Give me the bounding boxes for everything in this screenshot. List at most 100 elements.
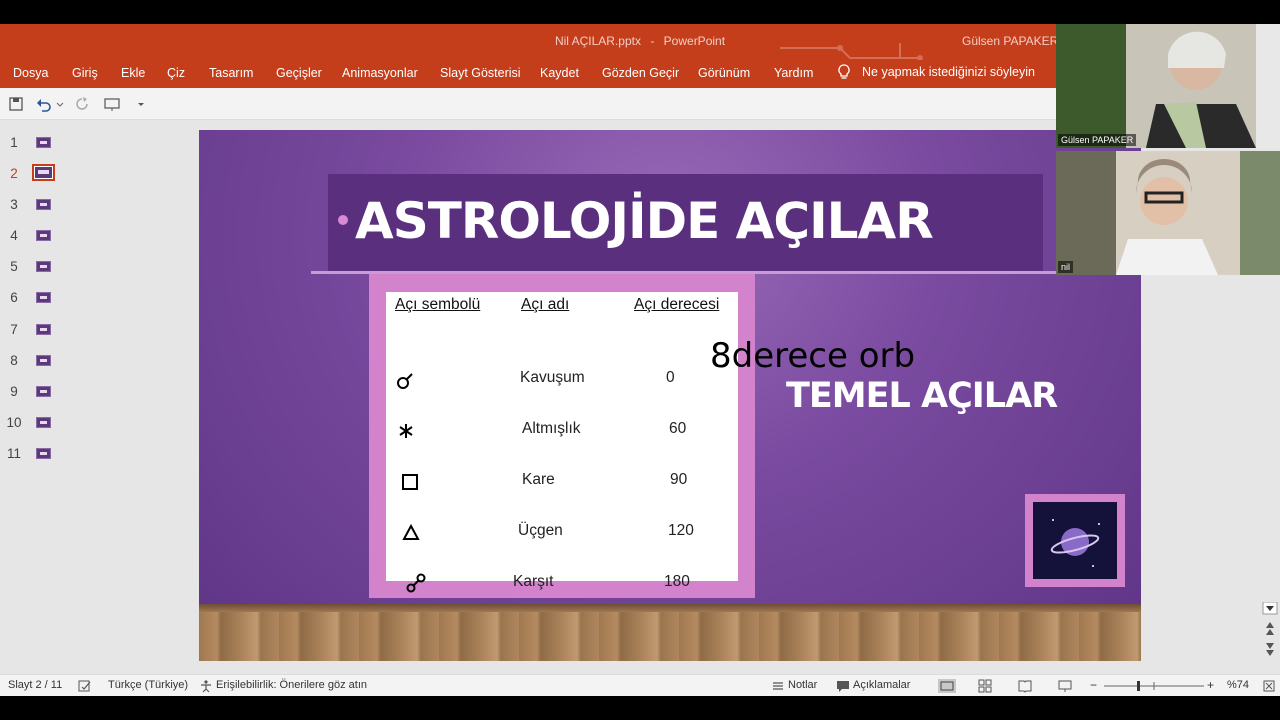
slide-number: 1	[10, 135, 18, 150]
slide-thumbnail[interactable]: 3	[0, 195, 75, 217]
header-degree: Açı derecesi	[634, 296, 720, 313]
trine-icon	[402, 523, 420, 540]
wood-floor-background	[199, 604, 1141, 661]
tab-animasyonlar[interactable]: Animasyonlar	[342, 66, 418, 80]
tab-ciz[interactable]: Çiz	[167, 66, 185, 80]
slide-preview	[36, 448, 51, 459]
slide-thumbnail[interactable]: 8	[0, 351, 75, 373]
slide-thumbnail-active[interactable]: 2	[0, 164, 75, 186]
slide-preview	[36, 292, 51, 303]
slide-number: 5	[10, 259, 18, 274]
tab-giris[interactable]: Giriş	[72, 66, 98, 80]
undo-icon[interactable]	[36, 96, 52, 112]
slide-preview	[36, 230, 51, 241]
aspect-degree: 0	[666, 369, 675, 386]
accessibility-status[interactable]: Erişilebilirlik: Önerilere göz atın	[216, 679, 367, 691]
slide-sorter-icon[interactable]	[978, 679, 992, 693]
aspect-degree: 180	[664, 573, 690, 590]
tab-dosya[interactable]: Dosya	[13, 66, 48, 80]
slide-thumbnail[interactable]: 4	[0, 226, 75, 248]
tab-tasarim[interactable]: Tasarım	[209, 66, 253, 80]
zoom-level[interactable]: %74	[1227, 679, 1249, 691]
spelling-check-icon[interactable]	[78, 679, 92, 693]
aspect-name: Kavuşum	[520, 369, 585, 386]
accessibility-icon[interactable]	[199, 679, 213, 693]
tab-kaydet[interactable]: Kaydet	[540, 66, 579, 80]
slide-thumbnail[interactable]: 11	[0, 444, 75, 466]
customize-toolbar-icon[interactable]	[136, 96, 146, 112]
slide-number: 9	[10, 384, 18, 399]
slide-number: 8	[10, 353, 18, 368]
tab-gorunum[interactable]: Görünüm	[698, 66, 750, 80]
notes-icon[interactable]	[771, 679, 785, 693]
vertical-scrollbar[interactable]	[1262, 602, 1278, 662]
zoom-slider[interactable]	[1104, 679, 1204, 693]
aspect-name: Altmışlık	[522, 420, 581, 437]
slide-number: 6	[10, 290, 18, 305]
slide-preview	[36, 417, 51, 428]
document-name: Nil AÇILAR.pptx	[554, 34, 641, 48]
language-indicator[interactable]: Türkçe (Türkiye)	[108, 679, 188, 691]
tab-ekle[interactable]: Ekle	[121, 66, 145, 80]
slide-counter[interactable]: Slayt 2 / 11	[8, 679, 62, 691]
video-tile-participant[interactable]: nil	[1056, 151, 1280, 275]
title-separator: -	[650, 34, 655, 48]
slide-thumbnail-pane: 1 2 3 4 5 6 7 8 9 10 11	[0, 121, 75, 681]
video-tile-presenter[interactable]: Gülsen PAPAKER	[1056, 24, 1280, 148]
aspect-name: Kare	[522, 471, 555, 488]
comments-icon[interactable]	[836, 679, 850, 693]
tab-slayt-gosterisi[interactable]: Slayt Gösterisi	[440, 66, 521, 80]
tab-gozden-gecir[interactable]: Gözden Geçir	[602, 66, 679, 80]
aspect-degree: 120	[668, 522, 694, 539]
square-icon	[402, 474, 418, 490]
slide-preview	[36, 137, 51, 148]
notes-button[interactable]: Notlar	[788, 679, 817, 691]
zoom-out-button[interactable]: −	[1090, 678, 1097, 692]
fit-to-window-icon[interactable]	[1262, 679, 1276, 693]
slide-preview	[36, 386, 51, 397]
slide-thumbnail[interactable]: 10	[0, 413, 75, 435]
app-name: PowerPoint	[663, 34, 726, 48]
start-slideshow-icon[interactable]	[104, 96, 120, 112]
opposition-icon	[406, 573, 426, 593]
slide-thumbnail[interactable]: 5	[0, 257, 75, 279]
tab-gecisler[interactable]: Geçişler	[276, 66, 322, 80]
tell-me-label: Ne yapmak istediğinizi söyleyin	[862, 65, 1035, 79]
slide-canvas[interactable]: ASTROLOJİDE AÇILAR Açı sembolü Açı adı A…	[199, 130, 1141, 661]
undo-dropdown-icon[interactable]	[56, 96, 64, 112]
slide-preview	[36, 199, 51, 210]
slide-thumbnail[interactable]: 9	[0, 382, 75, 404]
participant-name: Gülsen PAPAKER	[1058, 134, 1137, 146]
slide-number: 4	[10, 228, 18, 243]
reading-view-icon[interactable]	[1018, 679, 1032, 693]
conjunction-icon	[397, 373, 413, 389]
slide-preview	[32, 164, 55, 181]
slide-preview	[36, 324, 51, 335]
powerpoint-window: Nil AÇILAR.pptx - PowerPoint Gülsen PAPA…	[0, 24, 1280, 696]
status-bar: Slayt 2 / 11 Türkçe (Türkiye) Erişilebil…	[0, 674, 1280, 696]
normal-view-icon[interactable]	[938, 679, 956, 693]
slide-number: 10	[6, 415, 22, 430]
orb-note[interactable]: 8derece orb	[710, 336, 915, 376]
account-user-name[interactable]: Gülsen PAPAKER	[962, 34, 1058, 48]
tell-me-search[interactable]: Ne yapmak istediğinizi söyleyin	[838, 64, 1035, 80]
pluto-astroloji-logo[interactable]	[1033, 502, 1117, 579]
slide-thumbnail[interactable]: 7	[0, 320, 75, 342]
zoom-in-button[interactable]: +	[1207, 678, 1214, 692]
header-symbol: Açı sembolü	[395, 296, 481, 313]
slide-title[interactable]: ASTROLOJİDE AÇILAR	[355, 192, 934, 250]
redo-icon[interactable]	[74, 96, 90, 112]
tab-yardim[interactable]: Yardım	[774, 66, 813, 80]
aspect-degree: 60	[669, 420, 687, 437]
bullet-point	[338, 215, 348, 225]
slide-subtitle[interactable]: TEMEL AÇILAR	[786, 376, 1058, 416]
slide-number: 7	[10, 322, 18, 337]
slide-thumbnail[interactable]: 1	[0, 133, 75, 155]
slide-preview	[36, 355, 51, 366]
header-name: Açı adı	[521, 296, 570, 313]
slide-preview	[36, 261, 51, 272]
save-icon[interactable]	[8, 96, 24, 112]
slideshow-view-icon[interactable]	[1058, 679, 1072, 693]
comments-button[interactable]: Açıklamalar	[853, 679, 910, 691]
slide-thumbnail[interactable]: 6	[0, 288, 75, 310]
